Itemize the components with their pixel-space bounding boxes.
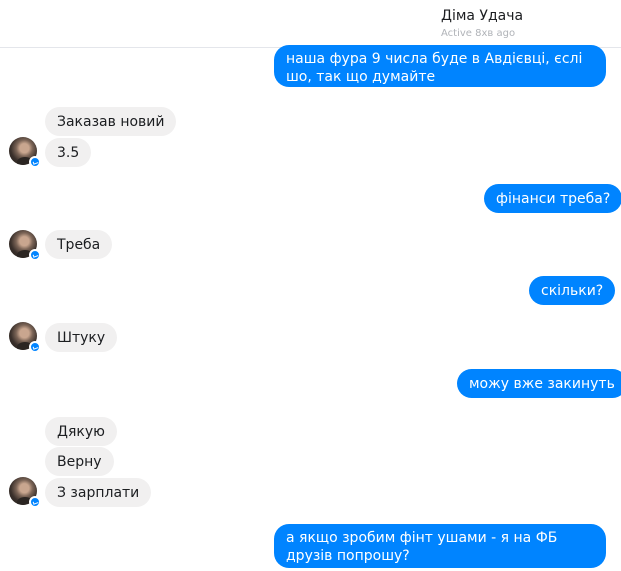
contact-name[interactable]: Діма Удача: [441, 8, 523, 24]
contact-avatar[interactable]: [9, 137, 41, 168]
messenger-badge-icon: [29, 341, 41, 353]
incoming-message[interactable]: Заказав новий: [45, 107, 177, 136]
messenger-badge-icon: [29, 156, 41, 168]
messenger-badge-icon: [29, 496, 41, 508]
contact-avatar[interactable]: [9, 477, 41, 508]
contact-avatar[interactable]: [9, 230, 41, 261]
incoming-message[interactable]: Штуку: [45, 323, 118, 352]
outgoing-message[interactable]: наша фура 9 числа буде в Авдієвці, єслі …: [274, 45, 606, 87]
messenger-chat-window: Діма Удача Active 8хв ago наша фура 9 чи…: [0, 0, 621, 571]
incoming-message[interactable]: Треба: [45, 230, 113, 259]
conversation-header: Діма Удача Active 8хв ago: [0, 0, 621, 48]
incoming-message[interactable]: 3.5: [45, 138, 92, 167]
outgoing-message[interactable]: фінанси треба?: [484, 184, 621, 213]
incoming-message[interactable]: Дякую: [45, 417, 117, 446]
outgoing-message[interactable]: а якщо зробим фінт ушами - я на ФБ друзі…: [274, 524, 606, 568]
active-status: Active 8хв ago: [441, 28, 516, 39]
contact-avatar[interactable]: [9, 322, 41, 353]
messenger-badge-icon: [29, 249, 41, 261]
incoming-message[interactable]: Верну: [45, 447, 114, 476]
outgoing-message[interactable]: можу вже закинуть: [457, 369, 621, 398]
incoming-message[interactable]: З зарплати: [45, 478, 152, 507]
outgoing-message[interactable]: скільки?: [529, 276, 616, 305]
